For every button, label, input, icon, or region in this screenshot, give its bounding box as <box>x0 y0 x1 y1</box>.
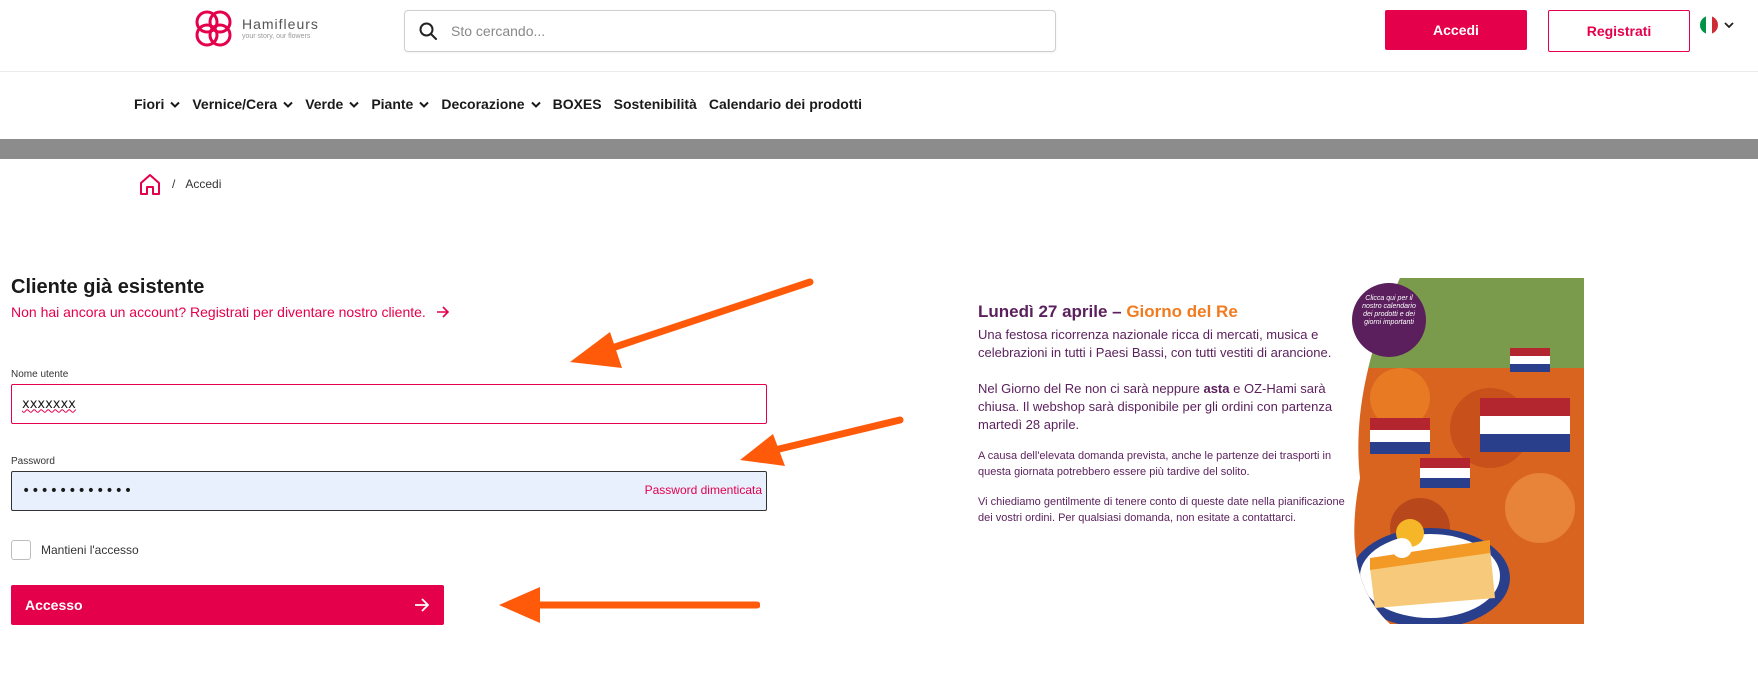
nav-item-label: Piante <box>371 96 414 112</box>
language-selector[interactable] <box>1700 16 1734 34</box>
remember-me[interactable]: Mantieni l'accesso <box>11 540 139 560</box>
chevron-down-icon <box>530 101 541 108</box>
promo-panel: Lunedì 27 aprile – Giorno del Re Una fes… <box>978 302 1350 526</box>
username-value: xxxxxxx <box>22 396 76 412</box>
promo-paragraph: A causa dell'elevata domanda prevista, a… <box>978 450 1332 478</box>
remember-checkbox[interactable] <box>11 540 31 560</box>
breadcrumb-current: Accedi <box>185 177 222 191</box>
submit-login-button[interactable]: Accesso <box>11 585 444 625</box>
chevron-down-icon <box>1724 22 1734 28</box>
promo-title-date: Lunedì 27 aprile – <box>978 302 1127 321</box>
annotation-arrow-icon <box>570 278 814 368</box>
promo-text: Nel Giorno del Re non ci sarà neppure <box>978 381 1204 396</box>
calendar-badge[interactable]: Clicca qui per il nostro calendario dei … <box>1352 283 1426 357</box>
promo-title: Lunedì 27 aprile – Giorno del Re <box>978 302 1350 322</box>
nav-item-verde[interactable]: Verde <box>305 96 360 112</box>
register-link[interactable]: Non hai ancora un account? Registrati pe… <box>11 304 450 320</box>
dutch-flag <box>1480 398 1570 452</box>
remember-label: Mantieni l'accesso <box>41 543 139 557</box>
password-value: •••••••••••• <box>22 483 134 499</box>
banner-strip <box>0 139 1758 159</box>
register-button[interactable]: Registrati <box>1548 10 1690 52</box>
nav-item-label: BOXES <box>552 96 602 112</box>
password-label: Password <box>11 456 55 467</box>
username-label: Nome utente <box>11 369 69 380</box>
chevron-down-icon <box>283 101 293 108</box>
italy-flag-icon <box>1700 16 1718 34</box>
logo-icon <box>195 10 232 47</box>
nav-item-calendario-dei-prodotti[interactable]: Calendario dei prodotti <box>709 96 862 112</box>
search-input[interactable] <box>451 23 1011 39</box>
username-field[interactable]: xxxxxxx <box>11 384 767 424</box>
login-button[interactable]: Accedi <box>1385 10 1527 50</box>
search-box <box>404 10 1056 52</box>
nav-item-label: Sostenibilità <box>613 96 697 112</box>
breadcrumb: / Accedi <box>138 172 221 196</box>
chevron-down-icon <box>419 101 430 108</box>
login-title: Cliente già esistente <box>11 276 205 298</box>
forgot-password-link[interactable]: Password dimenticata <box>645 483 762 497</box>
password-field[interactable]: •••••••••••• Password dimenticata <box>11 471 767 511</box>
promo-paragraph: Una festosa ricorrenza nazionale ricca d… <box>978 327 1332 360</box>
nav-item-label: Calendario dei prodotti <box>708 96 863 112</box>
main-nav: Fiori Vernice/Cera Verde Piante Decorazione B… <box>134 94 874 114</box>
nav-item-label: Decorazione <box>441 96 525 112</box>
chevron-down-icon <box>170 101 181 108</box>
breadcrumb-separator: / <box>172 177 176 191</box>
logo[interactable]: Hamifleurs your story, our flowers <box>192 8 319 48</box>
search-icon[interactable] <box>419 22 437 40</box>
nav-item-vernice-cera[interactable]: Vernice/Cera <box>192 96 293 112</box>
register-link-text: Non hai ancora un account? Registrati pe… <box>11 304 426 320</box>
nav-item-label: Verde <box>305 96 344 112</box>
annotation-arrow-icon <box>499 587 760 623</box>
promo-paragraph: Vi chiediamo gentilmente di tenere conto… <box>978 496 1345 524</box>
site-header: Hamifleurs your story, our flowers Acced… <box>0 0 1758 72</box>
nav-item-label: Fiori <box>134 96 165 112</box>
logo-name: Hamifleurs <box>242 16 319 32</box>
home-icon[interactable] <box>138 172 162 196</box>
arrow-right-icon <box>415 598 430 612</box>
nav-item-label: Vernice/Cera <box>192 96 278 112</box>
promo-bold: asta <box>1203 381 1230 396</box>
submit-label: Accesso <box>25 597 83 613</box>
arrow-right-icon <box>436 306 449 318</box>
nav-item-sostenibilit-[interactable]: Sostenibilità <box>614 96 697 112</box>
nav-item-decorazione[interactable]: Decorazione <box>441 96 541 112</box>
nav-item-boxes[interactable]: BOXES <box>553 96 602 112</box>
chevron-down-icon <box>349 101 360 108</box>
promo-title-event: Giorno del Re <box>1126 302 1238 321</box>
logo-tagline: your story, our flowers <box>242 33 311 40</box>
nav-item-fiori[interactable]: Fiori <box>134 96 181 112</box>
nav-item-piante[interactable]: Piante <box>371 96 430 112</box>
annotation-arrow-icon <box>740 416 904 466</box>
promo-paragraph: Nel Giorno del Re non ci sarà neppure as… <box>978 380 1350 434</box>
